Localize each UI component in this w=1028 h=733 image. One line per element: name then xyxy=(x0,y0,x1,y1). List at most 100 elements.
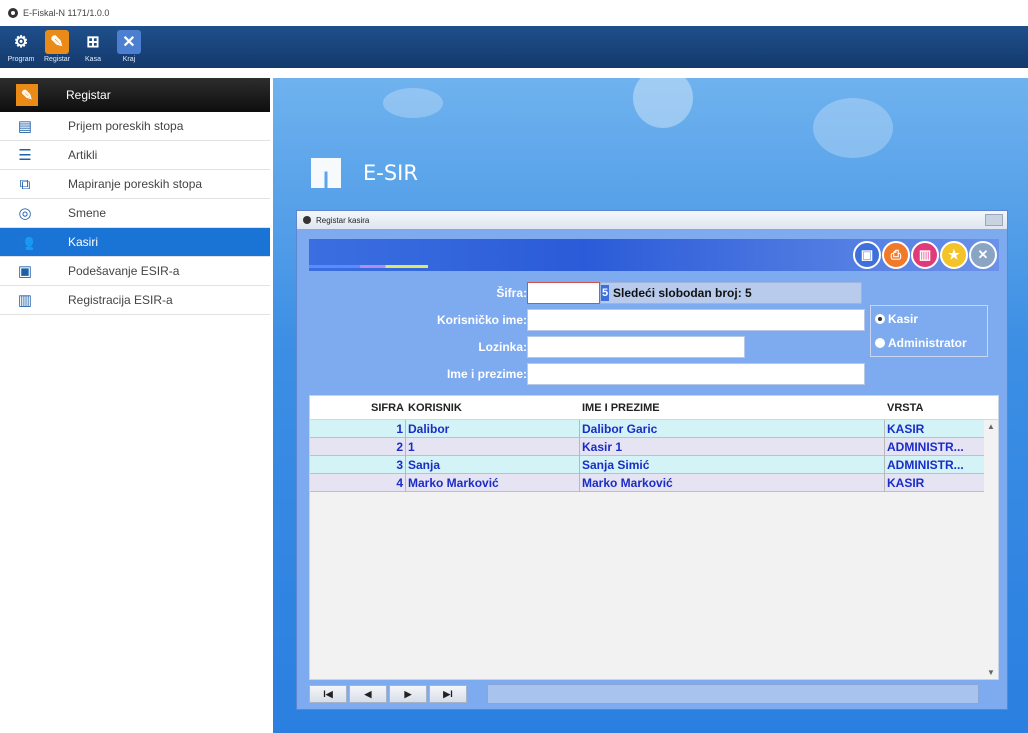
table-row[interactable]: 3 Sanja Sanja Simić ADMINISTR... xyxy=(310,455,998,474)
sidebar-header: ✎ Registar xyxy=(0,78,270,112)
previous-record-icon: ◀ xyxy=(364,688,372,699)
brand-name: E-SIR xyxy=(363,161,418,185)
table-row[interactable]: 4 Marko Marković Marko Marković KASIR xyxy=(310,473,998,492)
last-record-button[interactable]: ▶I xyxy=(429,685,467,703)
cell-vrsta: ADMINISTR... xyxy=(885,455,985,474)
window-title: E-Fiskal-N 1171/1.0.0 xyxy=(23,8,110,18)
cashiers-table: SIFRA KORISNIK IME I PREZIME VRSTA 1 Dal… xyxy=(309,395,999,680)
pencil-icon: ✎ xyxy=(16,84,38,106)
role-option-kasir[interactable]: Kasir xyxy=(875,312,983,326)
star-icon: ★ xyxy=(948,247,960,262)
title-bar: E-Fiskal-N 1171/1.0.0 xyxy=(0,0,1028,26)
toolbar-registar-button[interactable]: ✎ Registar xyxy=(42,26,72,68)
basket-icon: ⊞ xyxy=(86,34,100,51)
chevron-up-icon[interactable]: ▲ xyxy=(987,422,995,431)
first-record-button[interactable]: I◀ xyxy=(309,685,347,703)
registration-icon: ▥ xyxy=(17,292,33,309)
table-row[interactable]: 2 1 Kasir 1 ADMINISTR... xyxy=(310,437,998,456)
sidebar-item-label: Registracija ESIR-a xyxy=(68,293,173,307)
previous-record-button[interactable]: ◀ xyxy=(349,685,387,703)
sidebar-item-smene[interactable]: ◎ Smene xyxy=(0,199,270,228)
dialog-app-icon xyxy=(303,216,311,224)
sifra-label: Šifra: xyxy=(496,286,527,300)
mapping-icon: ⧉ xyxy=(19,175,31,193)
sidebar-item-mapiranje-poreskih-stopa[interactable]: ⧉ Mapiranje poreskih stopa xyxy=(0,170,270,199)
role-label: Kasir xyxy=(888,312,919,326)
column-header-vrsta[interactable]: VRSTA xyxy=(885,402,985,414)
sidebar-item-label: Artikli xyxy=(68,148,98,162)
dialog-banner: ▣ ⎙ ▥ ★ ✕ xyxy=(309,239,999,271)
toolbar-label: Program xyxy=(7,56,35,63)
banner-stripes xyxy=(309,265,479,268)
settings-icon: ▣ xyxy=(17,263,33,280)
toolbar-kraj-button[interactable]: ✕ Kraj xyxy=(114,26,144,68)
toolbar-program-button[interactable]: ⚙ Program xyxy=(6,26,36,68)
username-input[interactable] xyxy=(527,309,865,331)
column-header-sifra[interactable]: SIFRA xyxy=(310,402,406,414)
close-icon: ✕ xyxy=(117,30,141,54)
sifra-input[interactable] xyxy=(527,282,600,304)
next-record-button[interactable]: ▶ xyxy=(389,685,427,703)
next-free-marker: 5 xyxy=(601,285,609,301)
sidebar-item-artikli[interactable]: ☰ Artikli xyxy=(0,141,270,170)
close-icon: ✕ xyxy=(977,247,989,262)
pencil-icon: ✎ xyxy=(45,30,69,54)
first-record-icon: I◀ xyxy=(323,688,333,699)
sidebar-item-label: Kasiri xyxy=(68,235,99,249)
toolbar-label: Kraj xyxy=(122,56,136,63)
dialog-title-bar: Registar kasira xyxy=(297,211,1007,229)
column-header-korisnik[interactable]: KORISNIK xyxy=(406,402,580,414)
minimize-button[interactable] xyxy=(985,214,1003,226)
dialog-title: Registar kasira xyxy=(316,215,370,225)
main-toolbar: ⚙ Program ✎ Registar ⊞ Kasa ✕ Kraj xyxy=(0,26,1028,68)
next-record-icon: ▶ xyxy=(404,688,412,699)
next-free-number: 5 Sledeći slobodan broj: 5 xyxy=(600,282,862,304)
delete-icon: ▥ xyxy=(918,247,932,262)
decorative-bubble xyxy=(383,88,443,118)
sidebar-item-podesavanje-esir[interactable]: ▣ Podešavanje ESIR-a xyxy=(0,257,270,286)
print-button[interactable]: ⎙ xyxy=(882,241,910,269)
cell-ime: Marko Marković xyxy=(580,473,885,492)
cell-sifra: 4 xyxy=(310,473,406,492)
table-scrollbar[interactable]: ▲ ▼ xyxy=(984,420,998,679)
qr-logo-icon xyxy=(311,158,341,188)
decorative-bubble xyxy=(813,98,893,158)
register-dialog: Registar kasira ▣ ⎙ ▥ ★ ✕ Šifra: 5 Slede… xyxy=(296,210,1008,710)
app-icon xyxy=(8,8,18,18)
close-dialog-button[interactable]: ✕ xyxy=(969,241,997,269)
cell-sifra: 3 xyxy=(310,455,406,474)
cell-korisnik: Dalibor xyxy=(406,419,580,438)
gear-icon: ⚙ xyxy=(13,34,29,51)
cell-korisnik: Marko Marković xyxy=(406,473,580,492)
navigator-status-field xyxy=(487,684,979,704)
delete-button[interactable]: ▥ xyxy=(911,241,939,269)
cell-vrsta: ADMINISTR... xyxy=(885,437,985,456)
next-free-text: Sledeći slobodan broj: 5 xyxy=(613,286,752,300)
decorative-bubble xyxy=(633,78,693,128)
cell-vrsta: KASIR xyxy=(885,473,985,492)
save-button[interactable]: ▣ xyxy=(853,241,881,269)
dialog-actions: ▣ ⎙ ▥ ★ ✕ xyxy=(852,241,997,269)
table-header: SIFRA KORISNIK IME I PREZIME VRSTA xyxy=(310,396,998,420)
role-label: Administrator xyxy=(888,336,967,350)
chevron-down-icon[interactable]: ▼ xyxy=(987,668,995,677)
record-navigator: I◀ ◀ ▶ ▶I xyxy=(309,683,999,705)
sidebar-item-label: Prijem poreskih stopa xyxy=(68,119,184,133)
sidebar-header-title: Registar xyxy=(66,88,111,102)
sidebar-item-registracija-esir[interactable]: ▥ Registracija ESIR-a xyxy=(0,286,270,315)
column-header-ime-prezime[interactable]: IME I PREZIME xyxy=(580,402,885,414)
sidebar-item-kasiri[interactable]: 👥 Kasiri xyxy=(0,228,270,257)
password-input[interactable] xyxy=(527,336,745,358)
password-label: Lozinka: xyxy=(478,340,527,354)
toolbar-kasa-button[interactable]: ⊞ Kasa xyxy=(78,26,108,68)
table-row[interactable]: 1 Dalibor Dalibor Garic KASIR xyxy=(310,419,998,438)
favorite-button[interactable]: ★ xyxy=(940,241,968,269)
articles-icon: ☰ xyxy=(18,147,32,164)
role-option-administrator[interactable]: Administrator xyxy=(875,336,983,350)
last-record-icon: ▶I xyxy=(443,688,453,699)
cell-korisnik: 1 xyxy=(406,437,580,456)
cell-ime: Sanja Simić xyxy=(580,455,885,474)
sidebar-item-prijem-poreskih-stopa[interactable]: ▤ Prijem poreskih stopa xyxy=(0,112,270,141)
toolbar-label: Kasa xyxy=(85,56,101,63)
fullname-input[interactable] xyxy=(527,363,865,385)
